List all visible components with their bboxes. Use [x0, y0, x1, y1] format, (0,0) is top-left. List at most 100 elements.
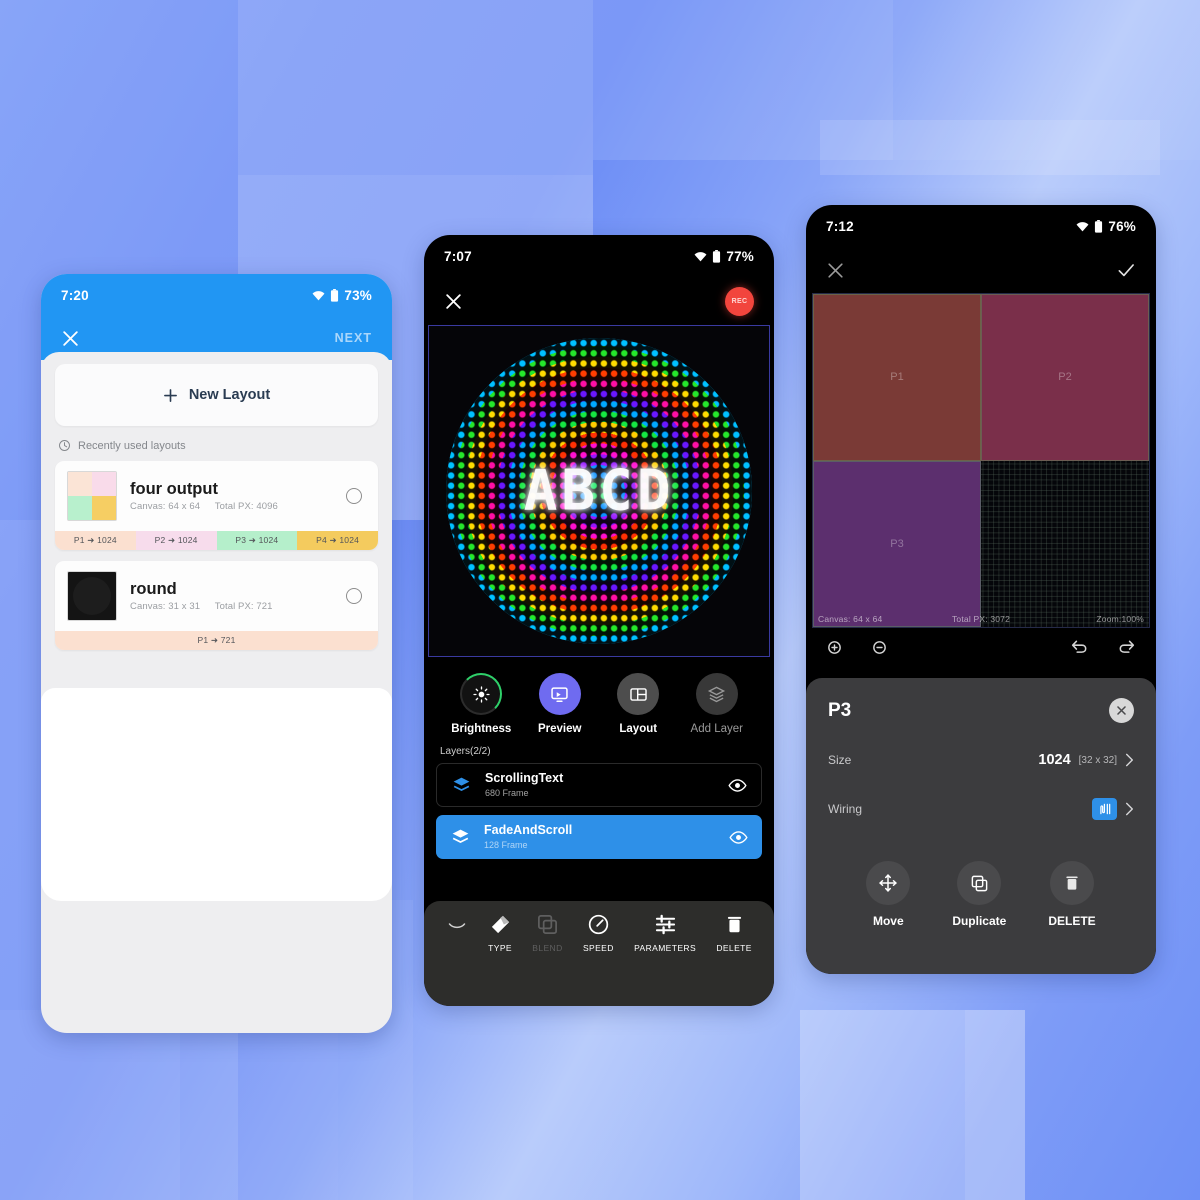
- new-layout-label: New Layout: [188, 387, 271, 403]
- toolbar-type[interactable]: TYPE: [488, 913, 512, 953]
- recently-used-label: Recently used layouts: [78, 439, 186, 452]
- redo-icon[interactable]: [1117, 639, 1136, 656]
- toolbar-speed[interactable]: SPEED: [583, 913, 614, 953]
- list-item[interactable]: ScrollingText 680 Frame: [436, 763, 762, 807]
- port-bar: P3 ➜ 1024: [216, 531, 298, 550]
- layout-canvas: Canvas: 64 x 64: [130, 501, 201, 513]
- status-time: 7:12: [826, 218, 854, 234]
- zoom-controls: [826, 639, 888, 656]
- wiring-icon[interactable]: [1092, 798, 1117, 820]
- undo-icon[interactable]: [1070, 639, 1089, 656]
- close-icon[interactable]: [61, 329, 80, 348]
- status-bar: 7:12 76%: [806, 205, 1156, 247]
- layers-icon: [453, 777, 470, 791]
- port-bar: P4 ➜ 1024: [297, 531, 378, 550]
- list-item[interactable]: FadeAndScroll 128 Frame: [436, 815, 762, 859]
- panel-canvas[interactable]: P1 P2 P3 Canvas: 64 x 64 Total PX: 3072 …: [812, 293, 1150, 628]
- action-label: Duplicate: [952, 914, 1007, 928]
- port-bar-group: P1 ➜ 721: [55, 631, 378, 650]
- layout-name: four output: [130, 479, 218, 498]
- layer-text: FadeAndScroll 128 Frame: [484, 823, 716, 850]
- panel-label: P3: [890, 537, 904, 550]
- phone3-appbar: [806, 247, 1156, 293]
- canvas-panel-p3[interactable]: P3: [813, 460, 981, 627]
- size-value-group: 1024 [32 x 32]: [1038, 752, 1134, 768]
- layout-radio[interactable]: [346, 588, 362, 604]
- toolbar-label: BLEND: [532, 943, 563, 953]
- toolbar-label: PARAMETERS: [634, 943, 697, 953]
- toolbar-delete[interactable]: DELETE: [716, 913, 751, 953]
- canvas-status-bar: Canvas: 64 x 64 Total PX: 3072 Zoom:100%: [813, 611, 1149, 627]
- parameters-icon: [655, 914, 675, 935]
- background-block: [820, 120, 1160, 175]
- close-sheet-button[interactable]: [1109, 698, 1134, 723]
- record-button[interactable]: REC: [725, 286, 754, 316]
- eye-icon[interactable]: [729, 830, 748, 844]
- collapse-toolbar-button[interactable]: [436, 913, 478, 932]
- action-label: DELETE: [1048, 914, 1096, 928]
- tool-add-layer[interactable]: Add Layer: [680, 673, 754, 735]
- layout-thumbnail: [67, 471, 117, 521]
- brightness-icon: [460, 673, 503, 715]
- delete-button[interactable]: DELETE: [1048, 861, 1096, 928]
- toolbar-parameters[interactable]: PARAMETERS: [634, 913, 696, 953]
- tool-label: Layout: [619, 723, 658, 735]
- status-indicators: 73%: [312, 288, 372, 303]
- tool-preview[interactable]: Preview: [523, 673, 597, 735]
- recently-used-header: Recently used layouts: [58, 439, 378, 452]
- sheet-actions: Move Duplicate DELETE: [828, 861, 1134, 928]
- chevron-right-icon: [1126, 753, 1133, 767]
- background-block: [0, 1010, 180, 1200]
- battery-icon: [331, 288, 339, 302]
- layout-name: round: [130, 579, 177, 598]
- check-icon[interactable]: [1116, 260, 1136, 280]
- layout-meta: Canvas: 64 x 64 Total PX: 4096: [130, 501, 333, 512]
- zoom-out-icon[interactable]: [871, 639, 888, 656]
- close-icon[interactable]: [826, 261, 845, 280]
- zoom-in-icon[interactable]: [826, 639, 843, 656]
- add-layer-icon: [695, 673, 738, 715]
- led-preview-canvas[interactable]: ABCD: [428, 325, 770, 657]
- port-bar: P1 ➜ 721: [55, 631, 378, 650]
- close-icon[interactable]: [444, 292, 463, 311]
- layout-radio[interactable]: [346, 488, 362, 504]
- tool-layout[interactable]: Layout: [601, 673, 675, 735]
- clock-icon: [59, 440, 70, 451]
- duplicate-button[interactable]: Duplicate: [952, 861, 1006, 928]
- background-block: [965, 1010, 1025, 1200]
- move-button[interactable]: Move: [866, 861, 911, 928]
- tool-brightness[interactable]: Brightness: [444, 673, 518, 735]
- canvas-panel-p1[interactable]: P1: [813, 294, 981, 461]
- status-indicators: 77%: [694, 249, 754, 264]
- wiring-row[interactable]: Wiring: [828, 797, 1134, 821]
- phone1-header: 7:20 73% NEXT: [41, 274, 392, 360]
- phone-panel-editor: 7:12 76% P1 P2 P3 Canvas: 64 x 64 Total …: [806, 205, 1156, 974]
- toolbar-label: SPEED: [582, 943, 614, 953]
- toolbar-blend[interactable]: BLEND: [532, 913, 562, 953]
- port-bar-group: P1 ➜ 1024 P2 ➜ 1024 P3 ➜ 1024 P4 ➜ 1024: [55, 531, 378, 550]
- move-icon: [866, 861, 911, 905]
- layout-card-main: round Canvas: 31 x 31 Total PX: 721: [55, 561, 378, 631]
- tool-label: Preview: [538, 723, 582, 735]
- type-icon: [491, 915, 509, 934]
- layer-action-toolbar: TYPE BLEND SPEED PARAMETERS DELETE: [424, 901, 774, 1006]
- canvas-panel-p2[interactable]: P2: [981, 294, 1149, 461]
- list-item[interactable]: four output Canvas: 64 x 64 Total PX: 40…: [55, 461, 378, 550]
- chevron-right-icon: [1126, 802, 1133, 816]
- list-item[interactable]: round Canvas: 31 x 31 Total PX: 721 P1 ➜…: [55, 561, 378, 650]
- eye-icon[interactable]: [728, 778, 747, 792]
- status-battery: 73%: [344, 287, 372, 303]
- plus-icon: [163, 388, 177, 402]
- canvas-zoom: Zoom:100%: [1096, 614, 1145, 624]
- page-title: P3: [828, 699, 852, 721]
- layout-thumbnail: [67, 571, 117, 621]
- status-battery: 77%: [726, 248, 754, 264]
- status-indicators: 76%: [1076, 219, 1136, 234]
- size-row[interactable]: Size 1024 [32 x 32]: [828, 748, 1134, 772]
- next-button[interactable]: NEXT: [335, 331, 372, 345]
- phone-led-editor: 7:07 77% REC ABCD Brightness Preview Lay…: [424, 235, 774, 1006]
- layer-list: ScrollingText 680 Frame FadeAndScroll 12…: [424, 763, 774, 859]
- background-block: [238, 0, 593, 175]
- new-layout-button[interactable]: New Layout: [55, 364, 378, 426]
- sheet-header: P3: [828, 698, 1134, 723]
